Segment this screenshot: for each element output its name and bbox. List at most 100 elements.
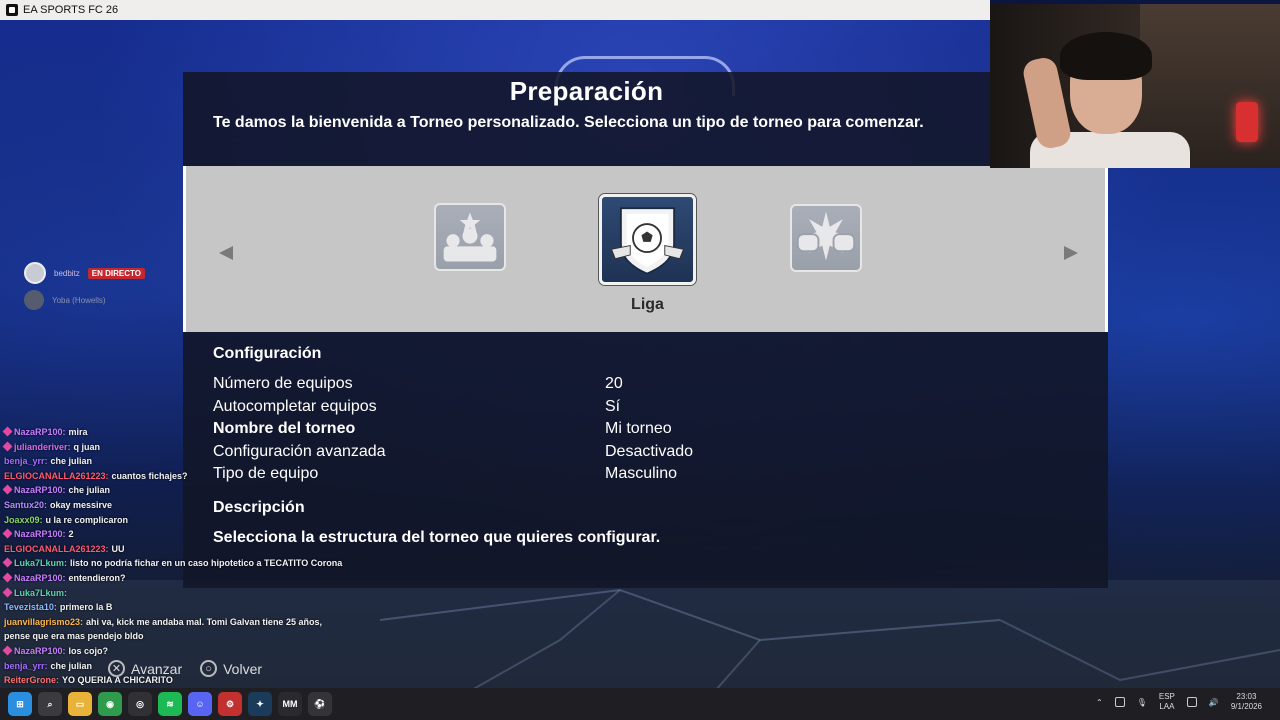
- tournament-type-carousel: Liga: [183, 166, 1108, 332]
- chat-text: YO QUERIA A CHICARITO: [62, 675, 173, 686]
- config-row-value: Masculino: [605, 465, 678, 482]
- chat-username[interactable]: Tevezista10:: [4, 602, 57, 612]
- chat-message: ELGIOCANALLA261223: UU: [4, 542, 384, 557]
- chat-message: Joaxx09: u la re complicaron: [4, 513, 384, 528]
- arrow-left-icon[interactable]: [219, 246, 233, 260]
- mm-icon[interactable]: MM: [278, 692, 302, 716]
- chat-text: primero la B: [59, 602, 113, 613]
- streamer-avatar: [24, 262, 46, 284]
- chat-message: ReiterGrone: YO QUERIA A CHICARITO: [4, 673, 384, 688]
- chat-username[interactable]: Joaxx09:: [4, 515, 43, 525]
- chat-username[interactable]: juanvillagrismo23:: [4, 617, 83, 627]
- config-row-label: Número de equipos: [213, 375, 353, 392]
- system-tray: ⌃ 🎙 ESP LAA 🔊 23:03 9/1/2026: [1096, 692, 1262, 712]
- arrow-right-icon[interactable]: [1064, 246, 1078, 260]
- chat-message: Luka7Lkum:: [2, 586, 384, 601]
- config-row-label: Autocompletar equipos: [213, 398, 377, 415]
- chat-username[interactable]: NazaRP100:: [14, 529, 66, 539]
- chat-badge-icon: [2, 528, 13, 539]
- chat-username[interactable]: Luka7Lkum:: [14, 588, 67, 598]
- config-row-value: 20: [605, 375, 623, 392]
- chevron-up-icon[interactable]: ⌃: [1096, 698, 1103, 707]
- live-badge: EN DIRECTO: [87, 267, 145, 279]
- chat-message: NazaRP100: entendieron?: [2, 571, 384, 586]
- chat-message: Tevezista10: primero la B: [4, 600, 384, 615]
- chat-text: UU: [111, 543, 125, 554]
- page-subtitle: Te damos la bienvenida a Torneo personal…: [213, 114, 924, 131]
- lamp-light: [1236, 102, 1258, 142]
- chat-text: los cojo?: [68, 645, 109, 656]
- file-explorer-icon[interactable]: ▭: [68, 692, 92, 716]
- chat-text: pense que era mas pendejo bldo: [4, 631, 144, 642]
- chat-username[interactable]: NazaRP100:: [14, 573, 66, 583]
- spotify-icon[interactable]: ≋: [158, 692, 182, 716]
- chat-message: Santux20: okay messirve: [4, 498, 384, 513]
- usb-icon[interactable]: [1114, 697, 1125, 707]
- chrome-icon[interactable]: ◉: [98, 692, 122, 716]
- chat-text: che julian: [50, 660, 93, 671]
- chat-badge-icon: [2, 645, 13, 656]
- chat-message: pense que era mas pendejo bldo: [4, 629, 384, 644]
- header-panel: Preparación Te damos la bienvenida a Tor…: [183, 72, 990, 166]
- windows-icon[interactable]: ⊞: [8, 692, 32, 716]
- chat-username[interactable]: NazaRP100:: [14, 646, 66, 656]
- language-indicator[interactable]: ESP LAA: [1159, 692, 1175, 712]
- chat-username[interactable]: ReiterGrone:: [4, 675, 59, 685]
- chat-message: NazaRP100: los cojo?: [2, 644, 384, 659]
- chat-username[interactable]: benja_yrr:: [4, 661, 48, 671]
- chat-message: NazaRP100: che julian: [2, 483, 384, 498]
- chat-message: julianderiver: q juan: [2, 440, 384, 455]
- steam-icon[interactable]: ⚙: [218, 692, 242, 716]
- config-row-value: Desactivado: [605, 443, 694, 460]
- chat-text: listo no podría fichar en un caso hipote…: [70, 558, 343, 569]
- ea-icon[interactable]: ✦: [248, 692, 272, 716]
- chat-username[interactable]: NazaRP100:: [14, 427, 66, 437]
- knockout-icon: [796, 211, 856, 261]
- config-row-team-count[interactable]: Número de equipos 20: [213, 375, 1073, 397]
- streamer-name: bedbitz: [54, 268, 80, 278]
- window-title: EA SPORTS FC 26: [23, 4, 119, 16]
- chat-username[interactable]: ELGIOCANALLA261223:: [4, 471, 109, 481]
- chat-text: cuantos fichajes?: [111, 470, 188, 481]
- taskbar: ⊞ ⌕ ▭ ◉ ◎ ≋ ☺ ⚙ ✦ MM ⚽ ⌃ 🎙 ESP LAA 🔊 23:03 9/1/202…: [0, 688, 1280, 720]
- stream-secondary-indicator: Yoba (Howells): [24, 290, 106, 310]
- tournament-tile-knockout[interactable]: [790, 204, 862, 272]
- webcam-overlay: [990, 4, 1280, 168]
- obs-icon[interactable]: ◎: [128, 692, 152, 716]
- volume-icon[interactable]: 🔊: [1209, 698, 1219, 707]
- chat-badge-icon: [2, 426, 13, 437]
- chat-username[interactable]: Luka7Lkum:: [14, 558, 67, 568]
- chat-message: benja_yrr: che julian: [4, 659, 384, 674]
- stream-chat: NazaRP100: mira julianderiver: q juan benja_…: [2, 425, 384, 717]
- chat-text: ahi va, kick me andaba mal. Tomi Galvan …: [86, 616, 322, 627]
- chat-username[interactable]: Santux20:: [4, 500, 47, 510]
- window-title-bar: EA SPORTS FC 26: [0, 0, 990, 20]
- tournament-tile-cup[interactable]: [434, 203, 506, 271]
- fc-icon[interactable]: ⚽: [308, 692, 332, 716]
- search-icon[interactable]: ⌕: [38, 692, 62, 716]
- chat-username[interactable]: julianderiver:: [14, 442, 71, 452]
- chat-text: entendieron?: [68, 572, 126, 583]
- tournament-tile-league[interactable]: [599, 194, 696, 285]
- network-icon[interactable]: [1186, 697, 1197, 707]
- chat-message: Luka7Lkum: listo no podría fichar en un c…: [2, 556, 384, 571]
- chat-text: u la re complicaron: [45, 514, 129, 525]
- config-section-title: Configuración: [213, 345, 322, 362]
- taskbar-icons: ⊞ ⌕ ▭ ◉ ◎ ≋ ☺ ⚙ ✦ MM ⚽: [8, 692, 332, 716]
- config-row-autofill[interactable]: Autocompletar equipos Sí: [213, 398, 1073, 420]
- chat-text: q juan: [73, 441, 101, 452]
- config-row-value: Sí: [605, 398, 621, 415]
- chat-username[interactable]: benja_yrr:: [4, 456, 48, 466]
- selected-tournament-label: Liga: [631, 296, 664, 313]
- clock[interactable]: 23:03 9/1/2026: [1231, 692, 1262, 712]
- chat-text: mira: [68, 427, 88, 437]
- discord-icon[interactable]: ☺: [188, 692, 212, 716]
- chat-username[interactable]: NazaRP100:: [14, 485, 66, 495]
- chat-text: okay messirve: [50, 499, 113, 510]
- chat-username[interactable]: ELGIOCANALLA261223:: [4, 544, 109, 554]
- chat-message: benja_yrr: che julian: [4, 454, 384, 469]
- chat-text: che julian: [50, 456, 93, 467]
- chat-badge-icon: [2, 441, 13, 452]
- microphone-icon[interactable]: 🎙: [1137, 698, 1147, 707]
- chat-badge-icon: [2, 557, 13, 568]
